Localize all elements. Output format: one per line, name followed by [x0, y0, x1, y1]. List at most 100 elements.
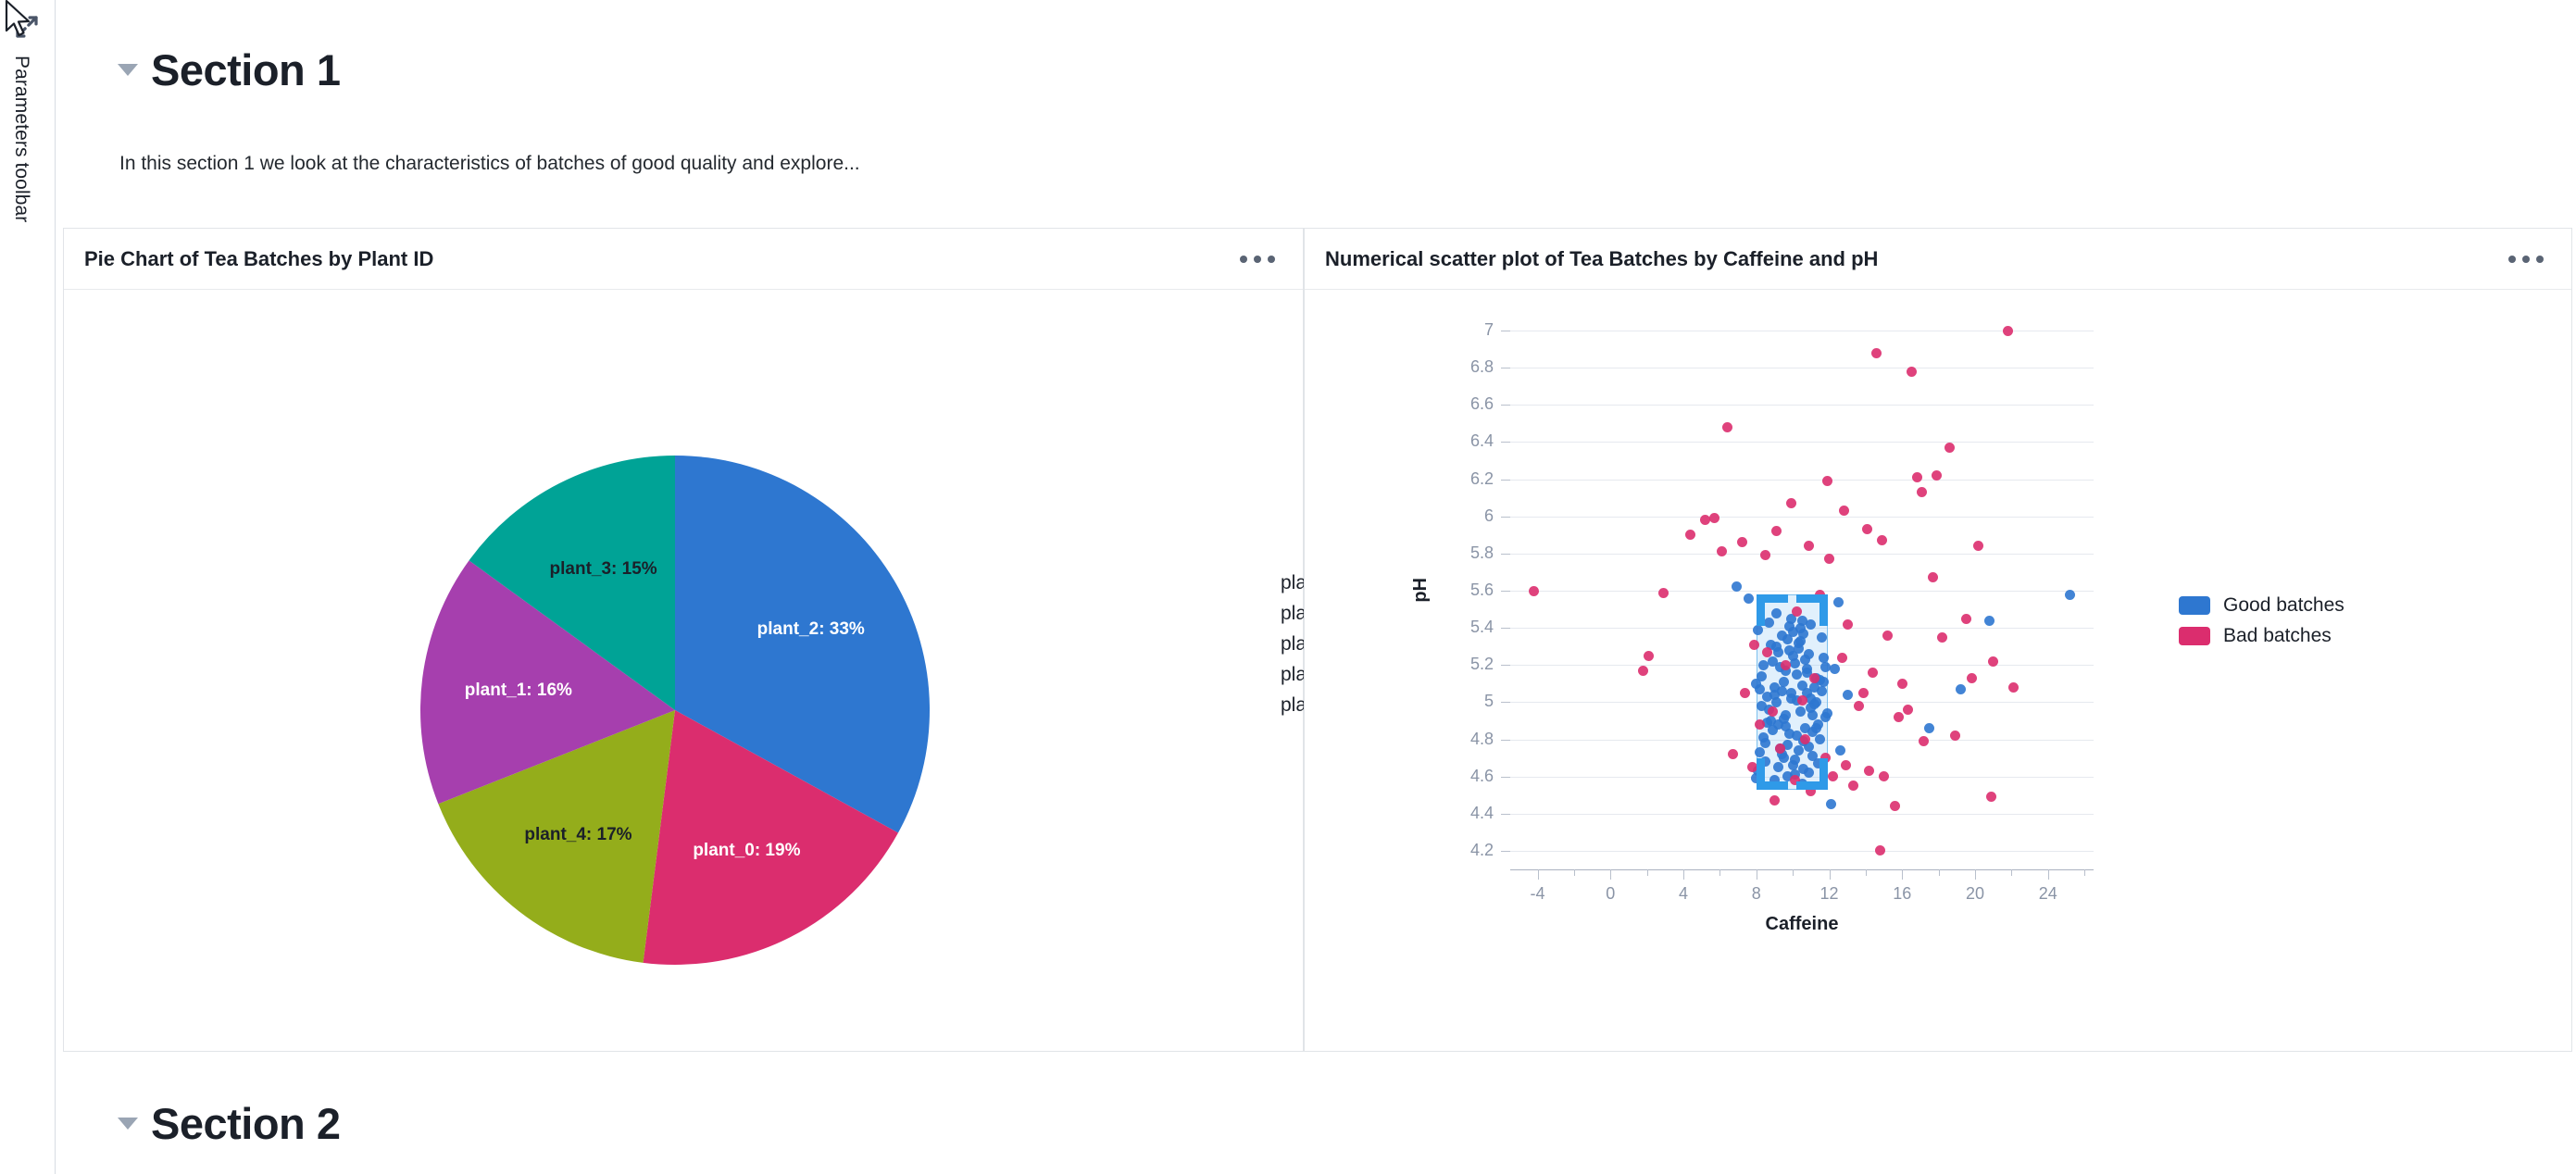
scatter-y-tick-label: 6	[1483, 506, 1494, 525]
scatter-x-tick	[2084, 869, 2086, 876]
scatter-point	[1776, 630, 1787, 641]
scatter-x-tick-label: 0	[1606, 884, 1616, 903]
scatter-legend[interactable]: Good batches Bad batches	[2179, 590, 2345, 651]
scatter-point	[1806, 618, 1817, 630]
scatter-x-tick	[2047, 869, 2049, 880]
scatter-x-tick	[1610, 869, 1612, 880]
scatter-point	[1827, 771, 1838, 782]
scatter-selection-handle-se-v[interactable]	[1819, 757, 1828, 790]
scatter-card-menu-button[interactable]	[2501, 246, 2551, 272]
parameters-toolbar-label: Parameters toolbar	[11, 56, 32, 223]
scatter-x-tick-label: 12	[1819, 884, 1839, 903]
pie-card-body: plant_2: 33% plant_0: 19% plant_4: 17% plan…	[64, 290, 1344, 1051]
scatter-point	[1842, 689, 1853, 700]
scatter-x-tick-label: 20	[1966, 884, 1985, 903]
scatter-point	[2064, 589, 2075, 600]
scatter-y-tick	[1501, 628, 1510, 630]
scatter-y-tick	[1501, 516, 1510, 518]
scatter-point	[1944, 442, 1955, 453]
scatter-point	[1864, 766, 1875, 777]
pie-chart[interactable]: plant_2: 33% plant_0: 19% plant_4: 17% plan…	[64, 290, 1249, 1051]
pie-card-title: Pie Chart of Tea Batches by Plant ID	[84, 246, 434, 270]
scatter-point	[2007, 681, 2019, 693]
section-header-1[interactable]: Section 1	[118, 48, 341, 92]
scatter-point	[1829, 663, 1840, 674]
scatter-plot[interactable]: 4.2 4.4 4.6 4.8 5 5.2 5.4 5.6 5.8 6 6.2 6.4 6.6 6.8 7 -…	[1305, 290, 2571, 1051]
scatter-legend-label: Good batches	[2223, 593, 2345, 616]
scatter-point	[1911, 472, 1922, 483]
scatter-y-tick-label: 5.4	[1469, 618, 1494, 637]
report-body: Section 1 In this section 1 we look at t…	[56, 0, 2576, 1174]
scatter-point	[1764, 617, 1775, 628]
scatter-y-tick	[1501, 665, 1510, 667]
charts-row: Pie Chart of Tea Batches by Plant ID pla…	[63, 228, 2572, 1052]
scatter-point	[1822, 707, 1833, 718]
scatter-point	[1879, 771, 1890, 782]
scatter-x-tick	[2011, 869, 2013, 876]
scatter-y-tick	[1501, 553, 1510, 555]
scatter-point	[1819, 676, 1830, 687]
caret-down-icon[interactable]	[118, 64, 138, 76]
scatter-y-tick-label: 5.8	[1469, 543, 1494, 562]
scatter-point	[1768, 656, 1778, 667]
scatter-x-tick-label: 24	[2038, 884, 2057, 903]
scatter-point	[1740, 687, 1751, 698]
scatter-legend-item[interactable]: Bad batches	[2179, 620, 2345, 651]
scatter-point	[1685, 530, 1696, 541]
scatter-point	[1709, 513, 1719, 524]
scatter-point	[1858, 687, 1869, 698]
legend-swatch-icon	[2179, 626, 2210, 645]
scatter-point	[1986, 792, 1997, 803]
scatter-x-tick	[1793, 869, 1794, 876]
scatter-y-tick-label: 5.2	[1469, 655, 1494, 674]
scatter-x-tick-label: -4	[1530, 884, 1545, 903]
scatter-point	[1834, 745, 1845, 756]
scatter-point	[1949, 731, 1960, 742]
section-header-2[interactable]: Section 2	[118, 1102, 341, 1145]
scatter-legend-item[interactable]: Good batches	[2179, 590, 2345, 620]
scatter-y-tick-label: 6.2	[1469, 468, 1494, 488]
scatter-gridline	[1510, 442, 2094, 443]
scatter-gridline	[1510, 479, 2094, 481]
pie-slice-label-plant_2: plant_2: 33%	[757, 619, 865, 640]
scatter-x-tick	[1902, 869, 1904, 880]
scatter-point	[1791, 668, 1802, 680]
scatter-point	[1804, 541, 1815, 552]
scatter-x-tick-label: 4	[1679, 884, 1689, 903]
pie-card-header: Pie Chart of Tea Batches by Plant ID	[64, 229, 1303, 290]
scatter-point	[1721, 421, 1732, 432]
scatter-point	[1753, 624, 1764, 635]
scatter-x-tick	[1829, 869, 1831, 880]
scatter-point	[1868, 667, 1879, 678]
scatter-x-tick	[1573, 869, 1575, 876]
scatter-point	[1768, 725, 1778, 735]
scatter-point	[1774, 743, 1785, 755]
caret-down-icon[interactable]	[118, 1118, 138, 1130]
scatter-point	[1657, 587, 1669, 598]
scatter-point	[1793, 637, 1804, 648]
parameters-toolbar[interactable]: Parameters toolbar	[0, 0, 56, 1174]
scatter-point	[1762, 646, 1773, 657]
scatter-x-tick-label: 16	[1893, 884, 1912, 903]
scatter-point	[1893, 711, 1904, 722]
scatter-gridline	[1510, 813, 2094, 815]
scatter-point	[1796, 615, 1807, 626]
scatter-y-tick-label: 6.4	[1469, 431, 1494, 451]
expand-arrows-icon[interactable]	[13, 13, 41, 41]
scatter-selection-handle-ne-v[interactable]	[1819, 594, 1828, 626]
scatter-selection-handle-sw-v[interactable]	[1756, 757, 1765, 790]
scatter-point	[1919, 736, 1930, 747]
scatter-point	[1902, 704, 1913, 715]
pie-card-menu-button[interactable]	[1232, 246, 1282, 272]
scatter-gridline	[1510, 591, 2094, 592]
scatter-point	[1853, 700, 1864, 711]
scatter-selection-handle-nw-v[interactable]	[1756, 594, 1765, 626]
scatter-card-title: Numerical scatter plot of Tea Batches by…	[1325, 246, 1879, 270]
scatter-point	[1749, 639, 1760, 650]
pie-slice-label-plant_4: plant_4: 17%	[524, 824, 632, 844]
scatter-card-body: 4.2 4.4 4.6 4.8 5 5.2 5.4 5.6 5.8 6 6.2 6.4 6.6 6.8 7 -…	[1305, 290, 2571, 1051]
scatter-x-tick-label: 8	[1751, 884, 1761, 903]
scatter-point	[1875, 845, 1886, 856]
scatter-x-tick	[1537, 869, 1539, 880]
scatter-card-header: Numerical scatter plot of Tea Batches by…	[1305, 229, 2571, 290]
